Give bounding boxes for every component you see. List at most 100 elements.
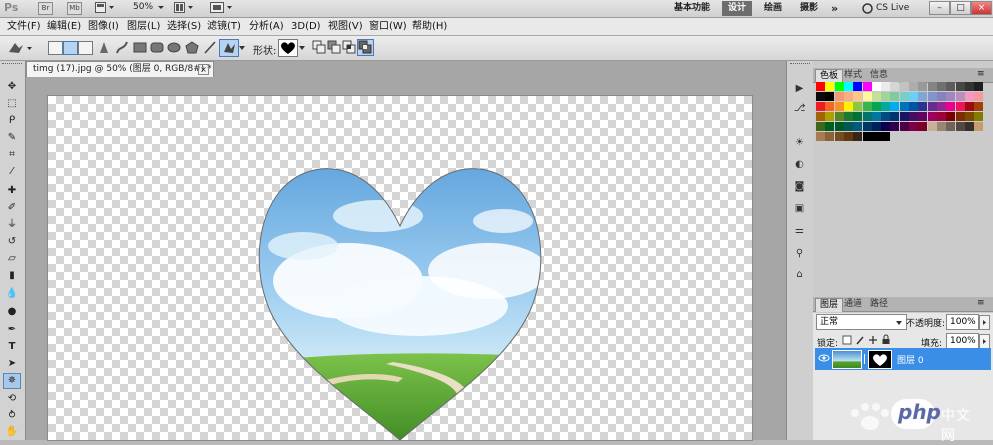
swatch[interactable] [927,82,937,91]
swatch[interactable] [825,132,835,141]
lock-all-icon[interactable] [881,334,891,348]
swatch[interactable] [816,82,825,91]
workspace-design[interactable]: 设计 [722,1,753,16]
swatch[interactable] [881,132,891,141]
panel-menu-icon[interactable]: ≡ [977,69,985,79]
rectangle-icon[interactable] [133,41,147,57]
swatch[interactable] [927,102,937,111]
brush-tool-icon[interactable]: ✐ [4,201,20,215]
eraser-tool-icon[interactable]: ▱ [4,252,20,266]
tab-channels[interactable]: 通道 [840,298,866,311]
swatch[interactable] [936,102,946,111]
subtract-shape-area-icon[interactable] [327,40,341,57]
menu-window[interactable]: 窗口(W) [364,18,412,35]
swatch[interactable] [946,82,956,91]
swatch[interactable] [964,122,974,131]
minimize-button[interactable]: – [929,1,950,15]
swatch[interactable] [816,112,825,121]
swatch[interactable] [927,92,937,101]
swatch[interactable] [816,92,825,101]
swatch[interactable] [936,122,946,131]
combine-shape-areas-icon[interactable] [312,40,326,57]
swatch[interactable] [862,112,872,121]
tab-layers[interactable]: 图层 [815,298,844,312]
swatch[interactable] [936,92,946,101]
swatch[interactable] [918,92,928,101]
swatch[interactable] [825,92,835,101]
swatch[interactable] [843,122,853,131]
swatch[interactable] [899,122,909,131]
swatch[interactable] [881,122,891,131]
swatch[interactable] [862,92,872,101]
swatch[interactable] [871,92,881,101]
fill-field[interactable]: 100% [946,333,979,349]
swatch[interactable] [918,82,928,91]
swatch[interactable] [825,112,835,121]
tab-swatches[interactable]: 色板 [815,69,844,83]
workspace-painting[interactable]: 绘画 [758,1,788,16]
lock-position-icon[interactable] [868,335,878,348]
layers-panel-menu-icon[interactable]: ≡ [977,298,985,308]
swatch-grid[interactable] [816,82,984,145]
type-tool-icon[interactable]: T [4,340,20,354]
marquee-tool-icon[interactable]: ⬚ [4,97,20,111]
swatch[interactable] [899,102,909,111]
tab-styles[interactable]: 样式 [840,69,866,82]
swatch[interactable] [946,112,956,121]
custom-shape-icon[interactable] [219,39,239,57]
tab-paths[interactable]: 路径 [866,298,892,311]
swatch[interactable] [825,82,835,91]
intersect-shape-areas-icon[interactable] [342,40,356,57]
swatch[interactable] [890,82,900,91]
swatch[interactable] [964,92,974,101]
document-canvas[interactable] [48,96,752,440]
opacity-slider-button[interactable] [979,315,990,330]
menu-3d[interactable]: 3D(D) [286,18,326,35]
vector-mask-thumbnail[interactable] [868,350,892,369]
swatch[interactable] [899,92,909,101]
arrange-documents-dropdown[interactable] [174,2,194,14]
masks-panel-icon[interactable]: ◐ [792,158,807,171]
blur-tool-icon[interactable]: 💧 [4,287,20,301]
freeform-pen-icon[interactable] [115,40,129,58]
swatch[interactable] [871,132,881,141]
exclude-overlap-icon[interactable] [357,39,374,56]
swatch[interactable] [853,102,863,111]
swatch[interactable] [955,122,965,131]
swatch[interactable] [909,122,918,131]
swatch[interactable] [927,112,937,121]
swatch[interactable] [871,122,881,131]
swatch[interactable] [853,122,863,131]
layer-row[interactable]: 图层 0 [815,348,991,370]
swatch[interactable] [890,102,900,111]
paths-panel-icon[interactable]: ⚲ [792,247,807,260]
swatch[interactable] [843,92,853,101]
tools-grip[interactable] [2,63,22,67]
swatch[interactable] [909,112,918,121]
maximize-button[interactable]: □ [950,1,971,15]
menu-file[interactable]: 文件(F) [2,18,46,35]
history-panel-icon[interactable]: ⎇ [792,102,807,115]
screen-mode-dropdown[interactable] [210,2,234,14]
brushes-panel-icon[interactable]: ⚌ [792,224,807,237]
layer-name[interactable]: 图层 0 [897,353,924,366]
swatch[interactable] [955,82,965,91]
actions-panel-icon[interactable]: ▶ [792,82,807,95]
swatch[interactable] [843,102,853,111]
path-select-tool-icon[interactable]: ➤ [4,357,20,371]
swatch[interactable] [843,132,853,141]
swatch[interactable] [881,112,891,121]
swatch[interactable] [909,92,918,101]
lasso-tool-icon[interactable]: ᑭ [4,114,20,128]
swatch[interactable] [899,112,909,121]
workspace-essentials[interactable]: 基本功能 [668,1,716,16]
document-tab-close-icon[interactable]: × [198,64,209,75]
swatch[interactable] [816,132,825,141]
swatch[interactable] [853,112,863,121]
swatch[interactable] [853,92,863,101]
lock-pixels-icon[interactable] [855,335,865,348]
swatch[interactable] [955,112,965,121]
menu-view[interactable]: 视图(V) [323,18,368,35]
rounded-rectangle-icon[interactable] [150,41,164,57]
swatch[interactable] [974,92,984,101]
